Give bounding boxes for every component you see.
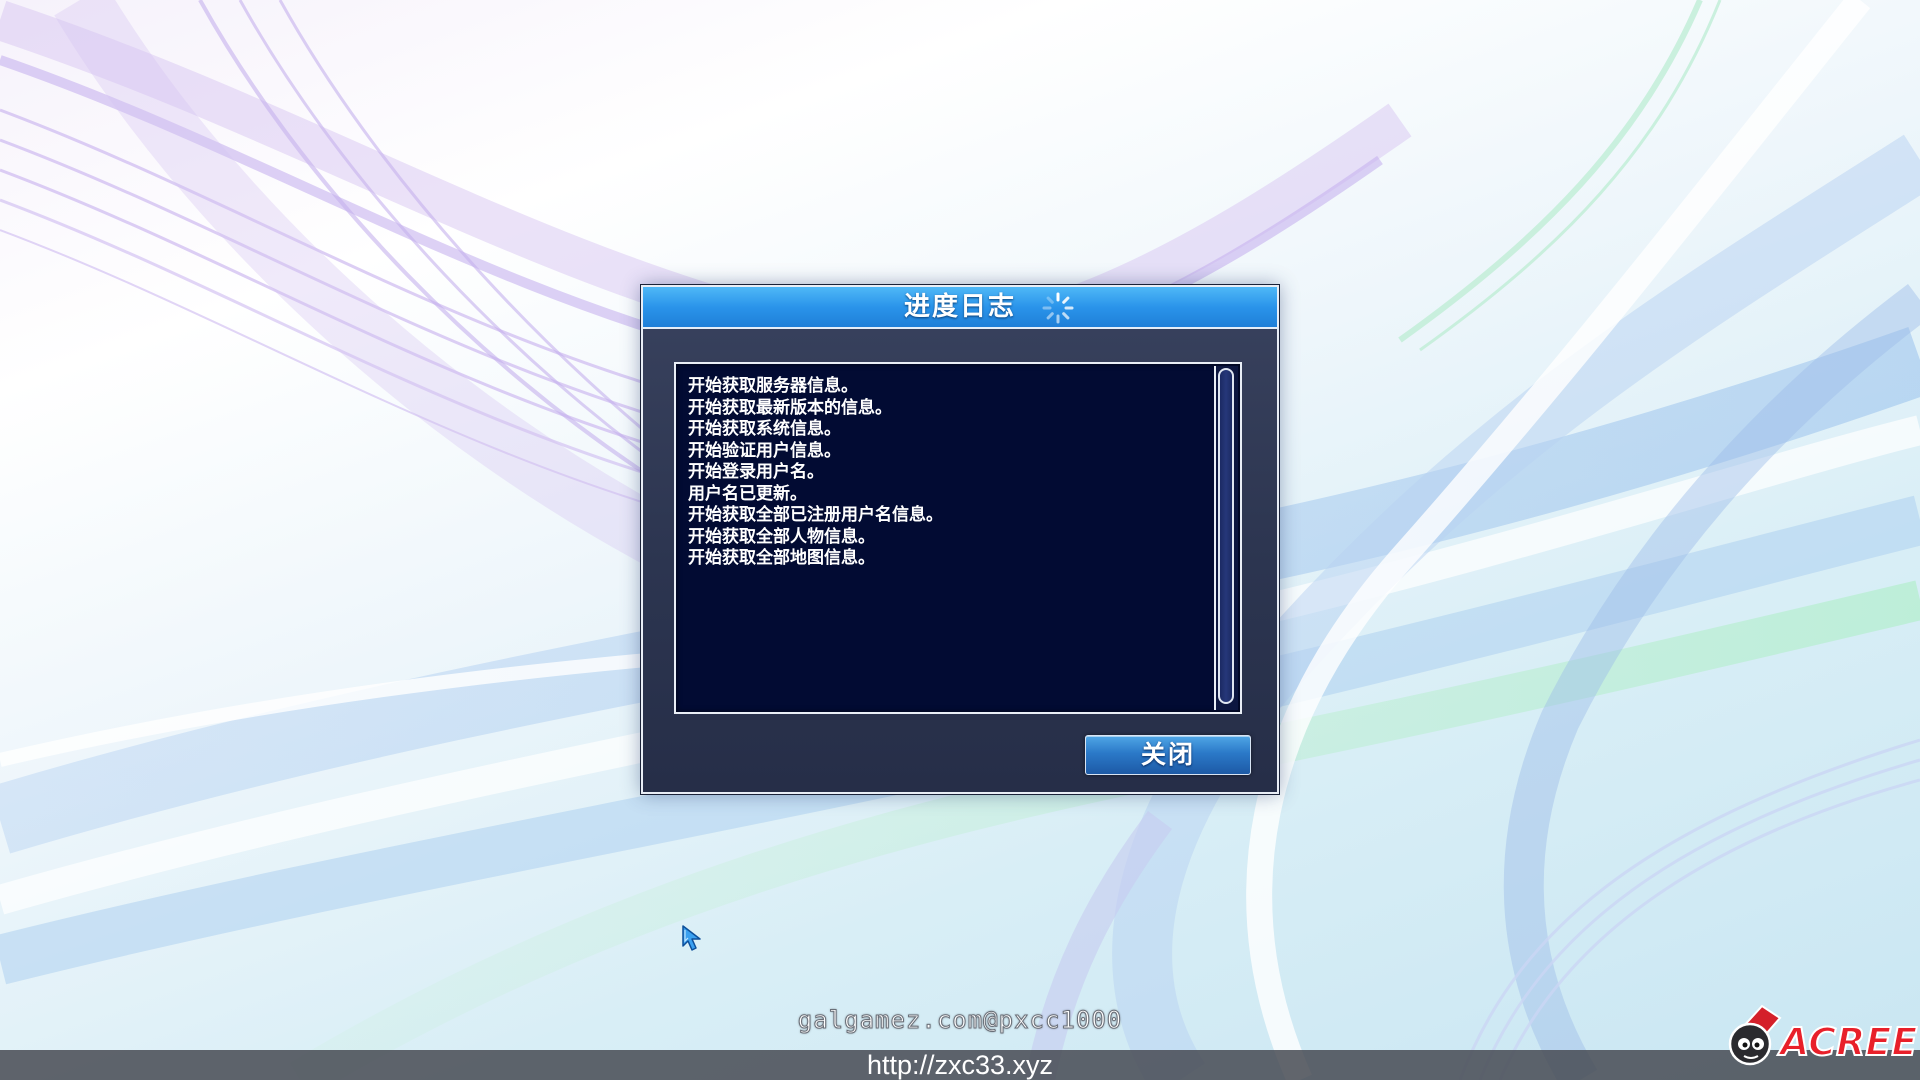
close-button[interactable]: 关闭 [1085,735,1251,775]
log-line: 用户名已更新。 [688,483,807,504]
log-line: 开始获取全部地图信息。 [688,548,875,568]
log-line: 开始获取最新版本的信息。 [688,397,892,418]
watermark-text: galgamez.com@pxcc1000 [797,1006,1123,1035]
log-scroll-thumb[interactable] [1218,368,1234,704]
acree-logo: ACREE [1722,1000,1918,1072]
log-line: 开始获取系统信息。 [688,419,841,439]
dialog-titlebar: 进度日志 [643,287,1277,329]
loading-spinner-icon [1042,292,1074,324]
dialog-title: 进度日志 [903,292,1016,322]
acree-logo-text: ACREE [1779,1019,1918,1065]
progress-log-dialog: 进度日志 开始获取服务器信息。 开始获取最新版本的信息。 开始获取系统信息。 开… [641,285,1279,794]
log-line: 开始获取全部已注册用户名信息。 [688,505,943,525]
log-line: 开始获取服务器信息。 [688,376,858,396]
log-line: 开始获取全部人物信息。 [688,526,875,547]
log-scrollbar[interactable] [1214,366,1238,710]
log-panel: 开始获取服务器信息。 开始获取最新版本的信息。 开始获取系统信息。 开始验证用户… [674,362,1242,714]
log-list: 开始获取服务器信息。 开始获取最新版本的信息。 开始获取系统信息。 开始验证用户… [688,376,1208,570]
url-text: http://zxc33.xyz [866,1050,1054,1080]
bottom-bar: http://zxc33.xyz [0,1050,1920,1080]
log-line: 开始登录用户名。 [688,462,824,482]
mouse-cursor-icon [682,925,701,951]
game-screen: 进度日志 开始获取服务器信息。 开始获取最新版本的信息。 开始获取系统信息。 开… [0,0,1920,1080]
log-line: 开始验证用户信息。 [688,440,841,461]
